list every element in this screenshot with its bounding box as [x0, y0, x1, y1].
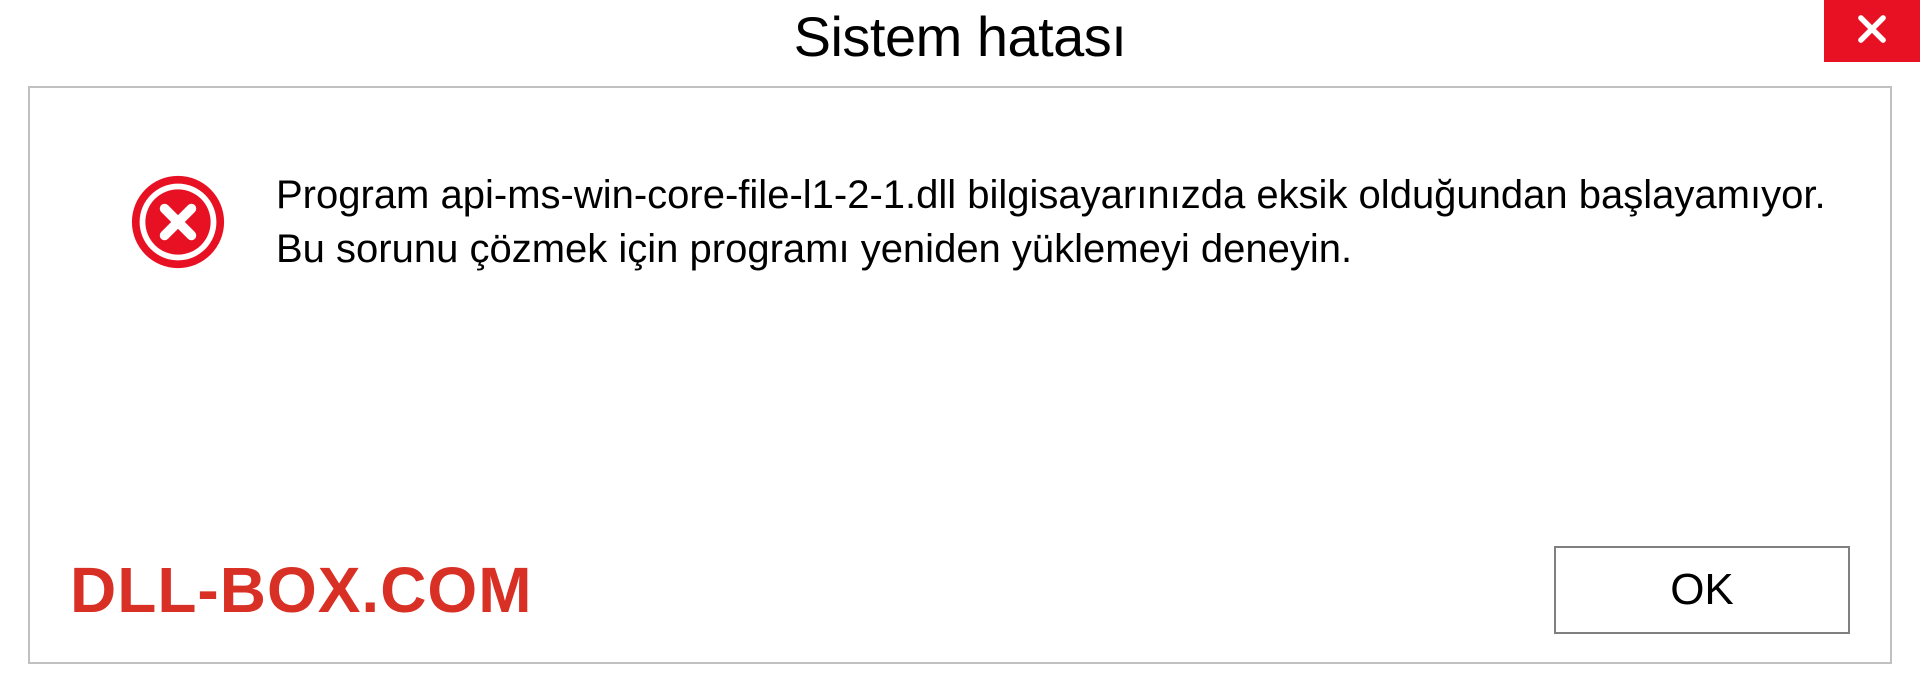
dialog-message: Program api-ms-win-core-file-l1-2-1.dll …: [276, 168, 1830, 276]
dialog-content: Program api-ms-win-core-file-l1-2-1.dll …: [28, 86, 1892, 664]
close-icon: [1853, 10, 1891, 53]
message-row: Program api-ms-win-core-file-l1-2-1.dll …: [30, 88, 1890, 276]
titlebar: Sistem hatası: [0, 0, 1920, 78]
ok-button[interactable]: OK: [1554, 546, 1850, 634]
footer-row: DLL-BOX.COM OK: [30, 546, 1850, 634]
close-button[interactable]: [1824, 0, 1920, 62]
watermark-text: DLL-BOX.COM: [70, 553, 533, 627]
dialog-title: Sistem hatası: [794, 4, 1127, 69]
error-icon: [130, 174, 226, 270]
